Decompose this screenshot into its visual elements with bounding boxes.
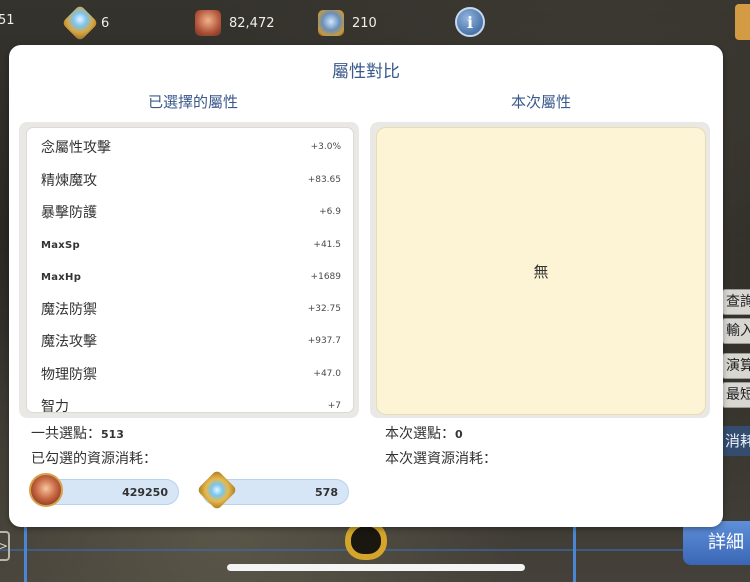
- attribute-name: 精煉魔攻: [41, 173, 97, 189]
- background-line: [573, 520, 576, 582]
- locked-crystal-icon: [318, 10, 344, 36]
- medal-cost-amount: 429250: [122, 485, 168, 499]
- resource-bar: 51 6 82,472 210 i: [0, 0, 750, 44]
- attribute-value: +32.75: [307, 304, 341, 314]
- list-item: 魔法攻擊 +937.7: [27, 325, 353, 357]
- attribute-value: +7: [327, 401, 341, 411]
- side-consume-text: 消耗: [725, 432, 750, 450]
- resource-crystal: 6: [61, 4, 110, 42]
- empty-state-text: 無: [533, 262, 549, 281]
- dialog-title: 屬性對比: [332, 62, 400, 82]
- chevron-right-icon[interactable]: >: [0, 531, 10, 561]
- list-item: 暴擊防護 +6.9: [27, 196, 353, 228]
- side-query-label: 查詢: [726, 294, 750, 310]
- medal-icon: [29, 473, 63, 507]
- list-item: 智力 +7: [27, 390, 353, 413]
- current-attributes-header: 本次屬性: [510, 93, 571, 111]
- attribute-value: +41.5: [313, 240, 341, 250]
- detail-button-label: 詳細: [708, 532, 744, 553]
- side-calc-button[interactable]: 演算: [722, 353, 750, 379]
- attribute-value: +937.7: [307, 336, 341, 346]
- resource-medal: 82,472: [195, 10, 275, 36]
- attribute-compare-dialog: 屬性對比 已選擇的屬性 本次屬性 念屬性攻擊 +3.0% 精煉魔攻 +83.65…: [9, 45, 723, 527]
- side-shortest-label: 最短: [726, 387, 750, 403]
- info-icon: i: [466, 12, 474, 32]
- attribute-name: MaxHp: [41, 271, 82, 283]
- current-points-value: 0: [455, 428, 463, 441]
- list-item: 念屬性攻擊 +3.0%: [27, 131, 353, 163]
- attribute-name: 暴擊防護: [41, 205, 97, 221]
- attribute-name: 智力: [41, 399, 69, 413]
- side-input-label: 輸入: [726, 323, 750, 339]
- attribute-value: +3.0%: [310, 142, 341, 152]
- attribute-name: 物理防禦: [41, 367, 97, 383]
- attribute-value: +47.0: [313, 369, 341, 379]
- attribute-name: 魔法防禦: [41, 302, 97, 318]
- medal-count: 82,472: [229, 15, 275, 31]
- total-points: 一共選點：513: [31, 423, 124, 443]
- crystal-count: 6: [101, 15, 110, 31]
- background-line: [24, 520, 27, 582]
- total-points-label: 一共選點：: [31, 426, 101, 442]
- crystal-cost-amount: 578: [315, 485, 338, 499]
- resource-lock: 210: [318, 10, 377, 36]
- attribute-name: MaxSp: [41, 239, 81, 251]
- medal-icon: [195, 10, 221, 36]
- locked-crystal-count: 210: [352, 15, 377, 31]
- list-item: MaxHp +1689: [27, 261, 353, 293]
- attribute-value: +6.9: [319, 207, 341, 217]
- total-points-value: 513: [101, 428, 124, 441]
- side-input-field[interactable]: 輸入: [722, 318, 750, 344]
- current-points-label: 本次選點：: [385, 426, 455, 442]
- list-item: 物理防禦 +47.0: [27, 358, 353, 390]
- selected-attributes-panel: 念屬性攻擊 +3.0% 精煉魔攻 +83.65 暴擊防護 +6.9 MaxSp …: [19, 122, 359, 418]
- resource-partial-count: 51: [0, 13, 15, 28]
- attribute-value: +1689: [310, 272, 341, 282]
- selected-cost-label: 已勾選的資源消耗：: [31, 451, 157, 467]
- resource-partial: 51: [0, 13, 15, 28]
- detail-button[interactable]: 詳細: [683, 521, 750, 565]
- side-query-button[interactable]: 查詢: [722, 289, 750, 315]
- list-item: MaxSp +41.5: [27, 229, 353, 261]
- current-cost-label: 本次選資源消耗：: [385, 451, 497, 467]
- attribute-name: 魔法攻擊: [41, 334, 97, 350]
- home-indicator[interactable]: [227, 564, 525, 571]
- current-attributes-panel: 無: [370, 122, 710, 418]
- crystal-icon: [61, 4, 99, 42]
- selected-attributes-header: 已選擇的屬性: [147, 93, 238, 111]
- corner-button[interactable]: [735, 4, 750, 40]
- side-calc-label: 演算: [726, 358, 750, 374]
- current-attributes-empty: 無: [376, 127, 706, 415]
- list-item: 精煉魔攻 +83.65: [27, 164, 353, 196]
- selected-attributes-list[interactable]: 念屬性攻擊 +3.0% 精煉魔攻 +83.65 暴擊防護 +6.9 MaxSp …: [26, 127, 354, 413]
- side-shortest-button[interactable]: 最短: [722, 382, 750, 408]
- attribute-name: 念屬性攻擊: [41, 140, 111, 156]
- current-points: 本次選點：0: [385, 423, 463, 443]
- side-consume-label: 消耗: [722, 426, 750, 456]
- attribute-value: +83.65: [307, 175, 341, 185]
- list-item: 魔法防禦 +32.75: [27, 293, 353, 325]
- info-button[interactable]: i: [455, 7, 485, 37]
